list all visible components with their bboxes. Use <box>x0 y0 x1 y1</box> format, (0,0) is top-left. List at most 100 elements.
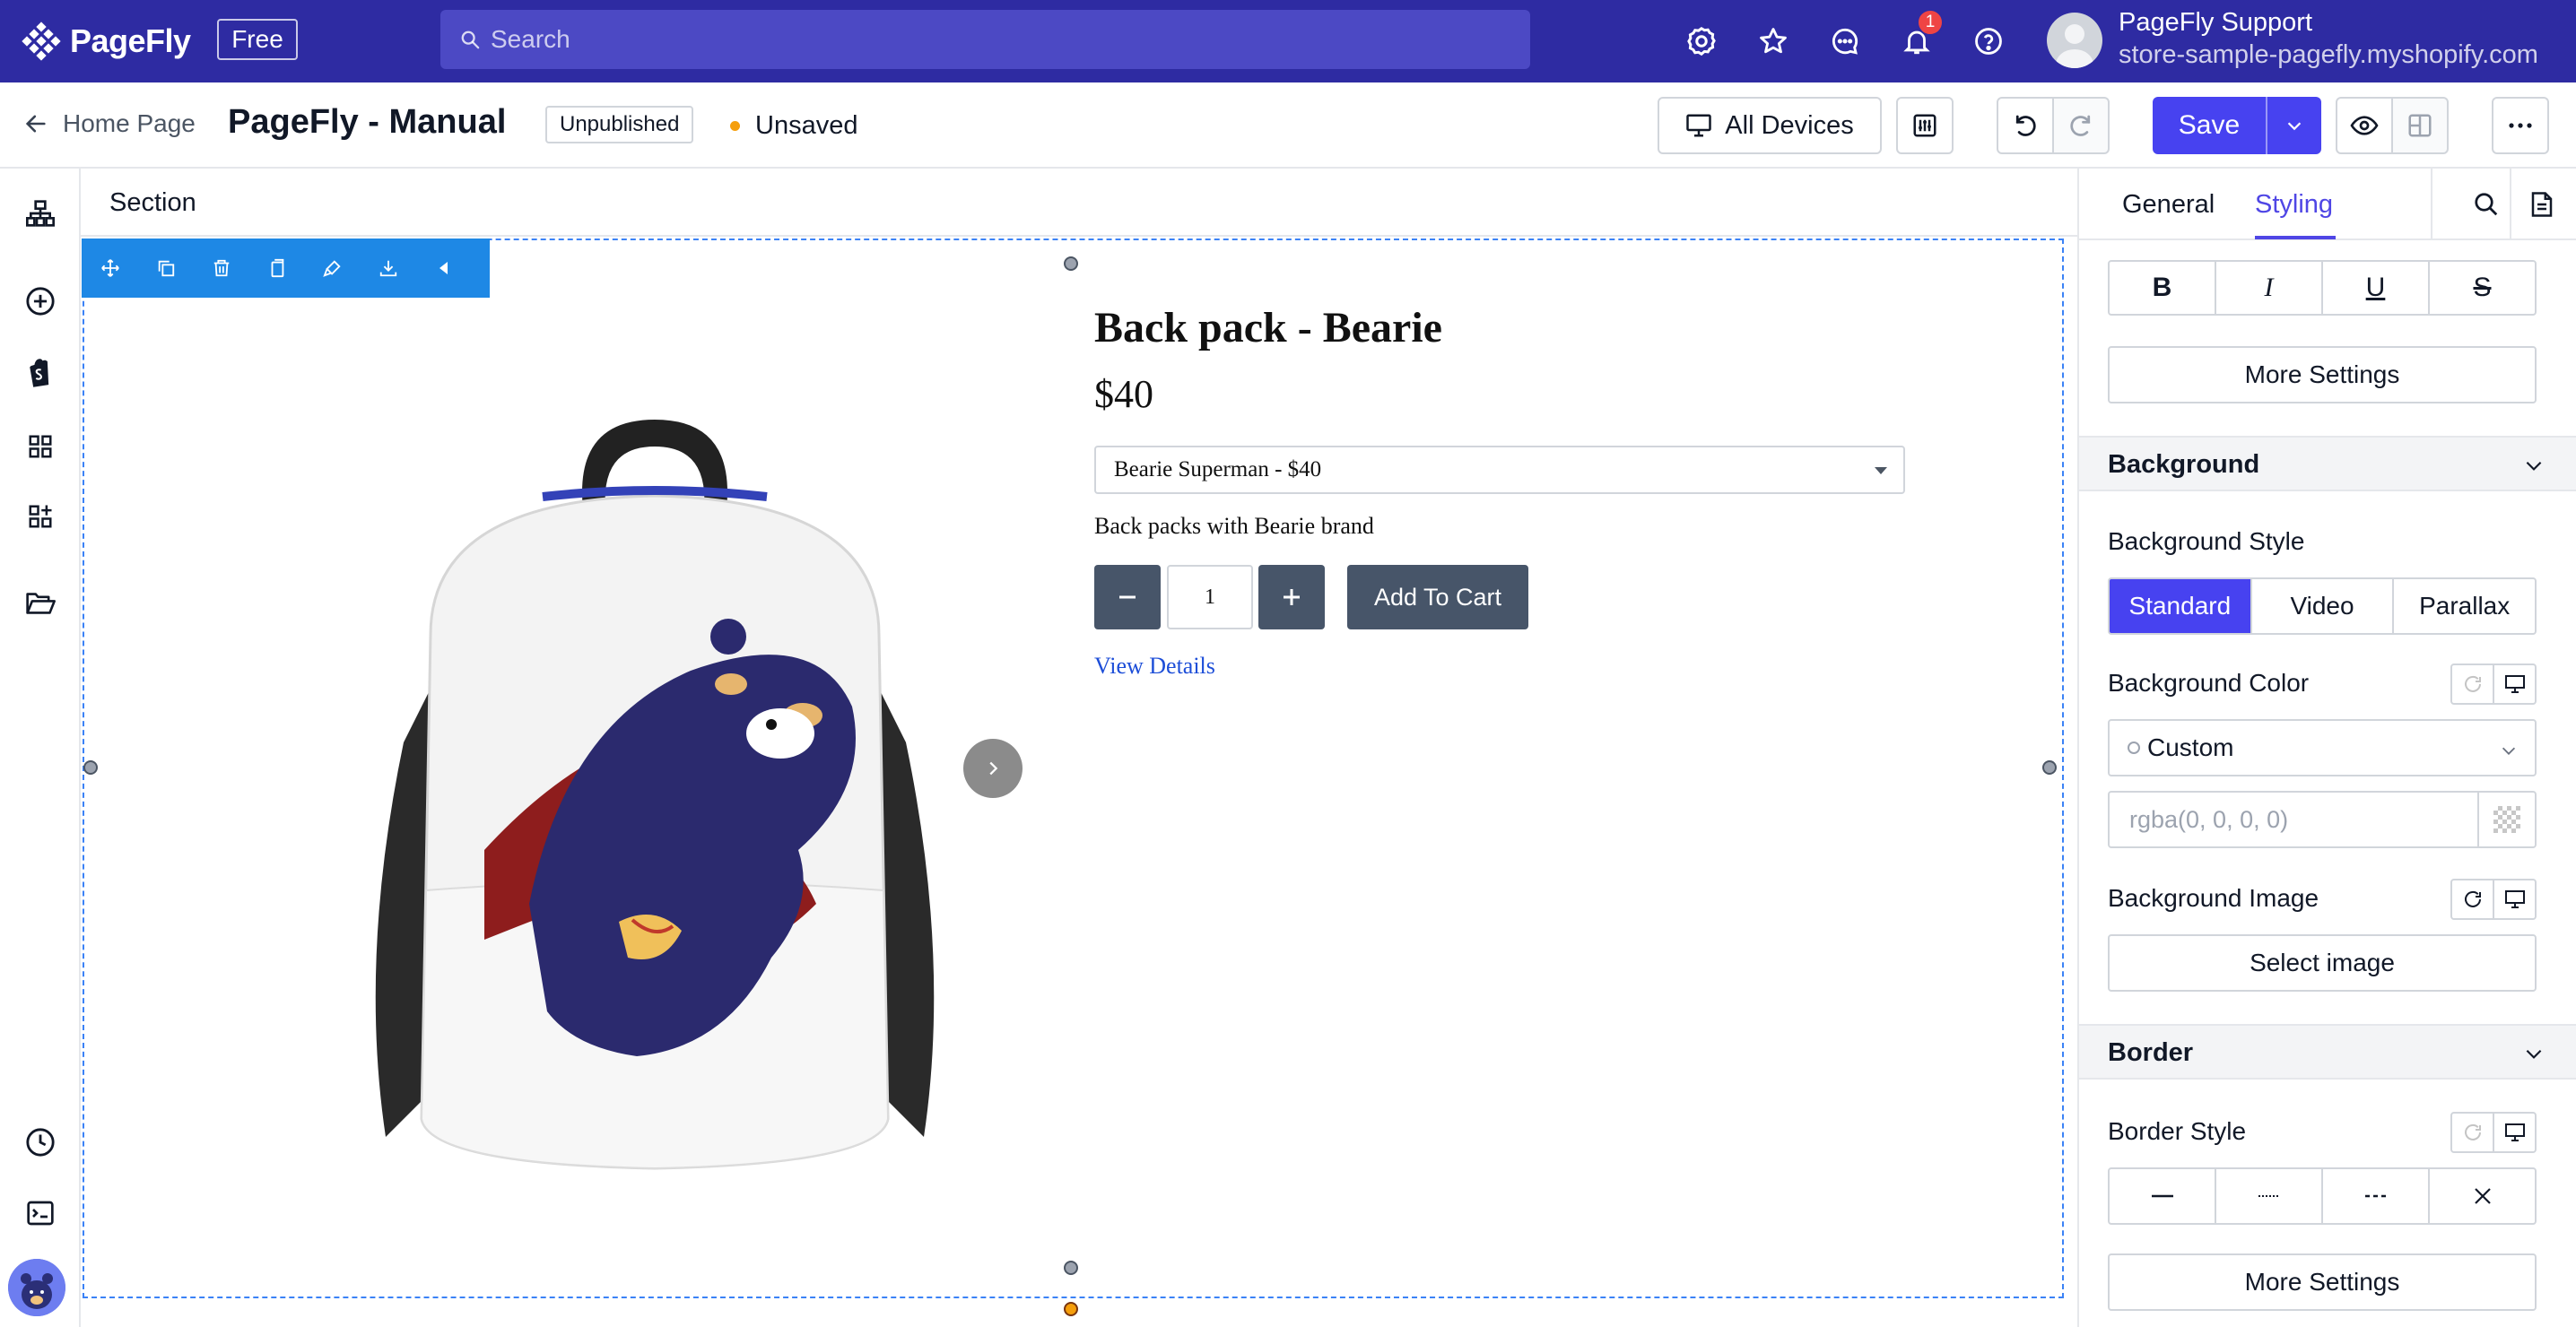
star-icon[interactable] <box>1755 23 1791 59</box>
desktop-icon[interactable] <box>2494 1114 2535 1151</box>
editor-canvas[interactable]: Section Back pack - Bearie $40 Bearie Su… <box>81 169 2077 1327</box>
add-element-icon[interactable] <box>22 283 58 319</box>
more-settings-button[interactable]: More Settings <box>2108 346 2537 403</box>
devices-button[interactable]: All Devices <box>1658 97 1882 154</box>
chevron-down-icon <box>2287 122 2302 131</box>
search-bar[interactable] <box>440 10 1530 69</box>
back-link[interactable]: Home Page <box>23 109 196 138</box>
trash-icon[interactable] <box>211 256 231 280</box>
bold-button[interactable]: B <box>2110 262 2216 314</box>
desktop-icon[interactable] <box>2494 880 2535 918</box>
active-tab-indicator <box>2255 236 2336 239</box>
search-input[interactable] <box>491 25 1477 54</box>
background-style-standard[interactable]: Standard <box>2110 579 2252 633</box>
quantity-decrease-button[interactable] <box>1094 565 1161 629</box>
eye-icon <box>2350 116 2379 135</box>
save-label: Save <box>2178 110 2241 140</box>
resize-handle-right[interactable] <box>2042 760 2057 775</box>
product-description[interactable]: Back packs with Bearie brand <box>1094 513 1374 540</box>
page-title[interactable]: PageFly - Manual <box>228 103 506 142</box>
border-more-settings-button[interactable]: More Settings <box>2108 1253 2537 1311</box>
save-options-button[interactable] <box>2267 116 2321 135</box>
terminal-icon[interactable] <box>22 1195 58 1231</box>
chevron-down-icon <box>2499 741 2519 760</box>
background-color-input[interactable] <box>2110 794 2477 846</box>
gear-icon[interactable] <box>1684 23 1719 59</box>
background-style-parallax[interactable]: Parallax <box>2394 579 2535 633</box>
save-button[interactable]: Save <box>2153 97 2321 154</box>
settings-sliders-button[interactable] <box>1896 97 1954 154</box>
copy-style-icon[interactable] <box>266 256 287 280</box>
download-icon[interactable] <box>379 256 399 280</box>
product-title[interactable]: Back pack - Bearie <box>1094 303 1442 352</box>
background-color-select[interactable]: Custom <box>2108 719 2537 776</box>
product-image[interactable] <box>350 402 1139 1327</box>
move-icon[interactable] <box>100 256 120 280</box>
tab-styling[interactable]: Styling <box>2255 190 2333 220</box>
border-none-icon[interactable] <box>2430 1169 2535 1223</box>
strikethrough-button[interactable]: S <box>2430 262 2535 314</box>
desktop-icon[interactable] <box>2494 665 2535 703</box>
product-price[interactable]: $40 <box>1094 371 1153 417</box>
plan-badge[interactable]: Free <box>217 19 298 60</box>
resize-handle-top[interactable] <box>1064 256 1078 271</box>
tab-general[interactable]: General <box>2122 190 2215 220</box>
more-options-button[interactable] <box>2492 97 2549 154</box>
border-dashed-icon[interactable] <box>2323 1169 2430 1223</box>
border-solid-icon[interactable] <box>2110 1169 2216 1223</box>
reset-icon[interactable] <box>2452 1114 2494 1151</box>
border-style-controls <box>2450 1112 2537 1153</box>
reset-icon[interactable] <box>2452 880 2494 918</box>
variant-selected-value: Bearie Superman - $40 <box>1114 457 1322 481</box>
duplicate-icon[interactable] <box>155 256 176 280</box>
document-icon[interactable] <box>2524 186 2560 222</box>
transparent-swatch[interactable] <box>2477 793 2535 846</box>
paint-brush-icon[interactable] <box>323 256 344 280</box>
border-dotted-icon[interactable] <box>2216 1169 2323 1223</box>
user-name[interactable]: PageFly Support <box>2119 8 2312 38</box>
select-image-button[interactable]: Select image <box>2108 934 2537 992</box>
user-avatar[interactable] <box>2047 13 2102 68</box>
border-style-label: Border Style <box>2108 1117 2247 1145</box>
redo-button[interactable] <box>2052 97 2110 154</box>
left-rail <box>0 169 81 1327</box>
image-next-button[interactable] <box>963 739 1023 798</box>
view-details-link[interactable]: View Details <box>1094 653 1215 680</box>
background-style-label: Background Style <box>2108 527 2305 555</box>
publish-icon <box>2408 114 2432 137</box>
monitor-icon <box>1686 114 1712 137</box>
chat-icon[interactable] <box>1827 23 1863 59</box>
preview-button[interactable] <box>2336 97 2393 154</box>
quantity-increase-button[interactable] <box>1258 565 1325 629</box>
collapse-toolbar-icon[interactable] <box>434 256 455 280</box>
background-color-controls <box>2450 664 2537 705</box>
add-section-icon[interactable] <box>22 499 58 534</box>
border-group-header[interactable]: Border <box>2079 1024 2576 1080</box>
publish-button[interactable] <box>2391 97 2449 154</box>
quantity-input[interactable]: 1 <box>1167 565 1253 629</box>
section-label[interactable]: Section <box>109 188 196 218</box>
mascot-avatar[interactable] <box>8 1259 65 1316</box>
background-style-video[interactable]: Video <box>2252 579 2395 633</box>
add-to-cart-button[interactable]: Add To Cart <box>1347 565 1528 629</box>
background-group-header[interactable]: Background <box>2079 436 2576 491</box>
underline-button[interactable]: U <box>2323 262 2430 314</box>
grid-icon[interactable] <box>22 429 58 464</box>
resize-handle-left[interactable] <box>83 760 98 775</box>
border-group-title: Border <box>2108 1038 2194 1067</box>
user-store: store-sample-pagefly.myshopify.com <box>2119 40 2538 69</box>
background-color-mode: Custom <box>2147 733 2234 761</box>
panel-search-icon[interactable] <box>2468 186 2504 222</box>
undo-button[interactable] <box>1997 97 2054 154</box>
layers-tree-icon[interactable] <box>22 195 58 231</box>
background-color-value-field <box>2108 791 2537 848</box>
variant-select[interactable]: Bearie Superman - $40 <box>1094 446 1905 494</box>
pagefly-logo[interactable]: PageFly <box>22 18 191 65</box>
history-clock-icon[interactable] <box>22 1124 58 1160</box>
reset-icon[interactable] <box>2452 665 2494 703</box>
folder-open-icon[interactable] <box>22 585 58 621</box>
shopify-icon[interactable] <box>22 355 58 391</box>
italic-button[interactable]: I <box>2216 262 2323 314</box>
help-icon[interactable] <box>1971 23 2006 59</box>
bell-icon[interactable]: 1 <box>1899 9 1944 59</box>
